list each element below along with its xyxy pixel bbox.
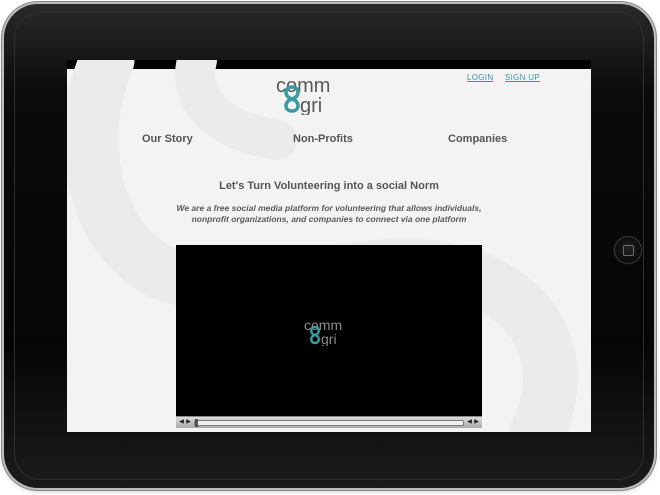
logo-text-top: comm [276, 75, 330, 97]
signup-link[interactable]: SIGN UP [505, 73, 540, 82]
logo-text-bottom: gri [300, 95, 322, 115]
tablet-screen: comm gri LOGIN SIGN UP Our Story Non-Pro… [67, 60, 591, 432]
video-player[interactable]: comm gri [176, 245, 482, 427]
video-logo: comm gri [304, 317, 342, 346]
rewind-icon[interactable]: ◀ [178, 419, 185, 426]
hero-tagline: We are a free social media platform for … [176, 203, 482, 224]
volume-down-icon[interactable]: ◀ [466, 419, 473, 426]
nav-our-story[interactable]: Our Story [142, 133, 193, 145]
volume-up-icon[interactable]: ▶ [473, 419, 480, 426]
play-icon[interactable]: ▶ [185, 419, 192, 426]
nav-companies[interactable]: Companies [448, 133, 507, 145]
hero-headline: Let's Turn Volunteering into a social No… [219, 180, 439, 192]
nav-non-profits[interactable]: Non-Profits [293, 133, 353, 145]
seek-bar[interactable] [194, 419, 464, 427]
login-link[interactable]: LOGIN [467, 73, 493, 82]
home-square-icon [623, 245, 634, 256]
video-controls: ◀ ▶ ◀ ▶ [176, 416, 482, 428]
home-button[interactable] [614, 236, 642, 264]
commgri-logo[interactable]: comm gri [274, 71, 344, 115]
video-logo-text-bottom: gri [321, 331, 337, 346]
seek-handle[interactable] [195, 419, 198, 427]
